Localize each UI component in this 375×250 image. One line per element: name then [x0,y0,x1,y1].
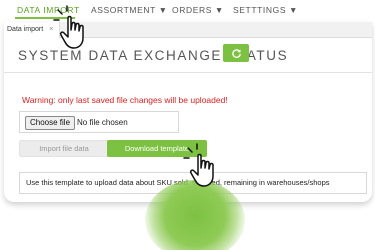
hand-cursor-icon [53,5,96,55]
warning-message: Warning: only last saved file changes wi… [22,95,228,105]
nav-item-assortment[interactable]: ASSORTMENT ▼ [91,5,168,15]
close-icon[interactable]: × [49,26,53,33]
choose-file-button[interactable]: Choose file [25,116,76,130]
file-status: No file chosen [77,118,128,127]
hand-cursor-icon [183,143,226,193]
refresh-button[interactable] [223,44,249,62]
refresh-icon [231,48,241,58]
nav-item-orders[interactable]: ORDERS ▼ [172,5,224,15]
tab-data-import[interactable]: Data import × [4,22,61,38]
file-input-box: Choose file No file chosen [19,111,179,133]
tab-label: Data import [7,26,44,33]
divider [4,72,372,73]
import-file-data-button[interactable]: Import file data [19,140,109,157]
nav-item-settings[interactable]: SETTTINGS ▼ [233,5,298,15]
